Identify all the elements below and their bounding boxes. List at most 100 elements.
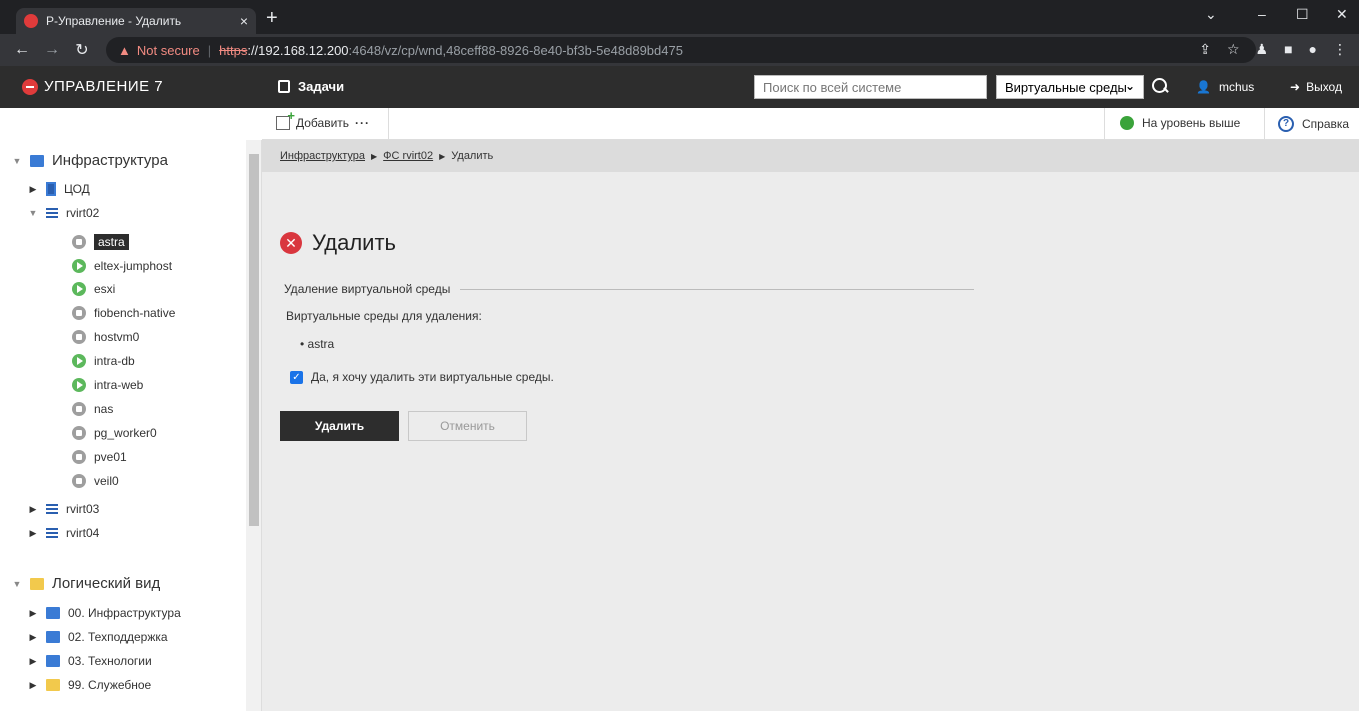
vm-stopped-icon [72, 402, 86, 416]
extension-icon[interactable]: ♟ [1256, 41, 1269, 58]
tree-node-logical[interactable]: ▶ 99. Служебное [28, 678, 152, 692]
global-search-input[interactable] [754, 75, 987, 99]
collapse-icon[interactable]: ▼ [28, 208, 38, 218]
tree-node-vm[interactable]: nas [72, 402, 113, 416]
warning-icon[interactable]: ▲ [118, 43, 131, 58]
search-scope-select[interactable]: Виртуальные среды ⌄ [996, 75, 1144, 99]
window-close-icon[interactable]: ✕ [1336, 6, 1348, 23]
maximize-icon[interactable]: ☐ [1296, 6, 1309, 23]
tree-node-vm[interactable]: eltex-jumphost [72, 259, 172, 273]
delete-button[interactable]: Удалить [280, 411, 399, 441]
tree-node-logical-view[interactable]: ▼ Логический вид [12, 575, 161, 592]
vm-running-icon [72, 259, 86, 273]
tree-node-logical[interactable]: ▶ 03. Технологии [28, 654, 152, 668]
minimize-icon[interactable]: – [1258, 6, 1266, 22]
logout-link[interactable]: ➜ Выход [1290, 80, 1342, 94]
tree-label: Инфраструктура [52, 152, 168, 169]
tree-node-datacenter[interactable]: ▶ ЦОД [28, 182, 90, 196]
tree-node-infrastructure[interactable]: ▼ Инфраструктура [12, 152, 168, 169]
vm-stopped-icon [72, 306, 86, 320]
tab-search-icon[interactable]: ⌄ [1205, 6, 1217, 23]
tree-node-vm[interactable]: astra [72, 234, 129, 250]
chevron-down-icon: ⌄ [1124, 79, 1135, 93]
tree-label-selected: astra [94, 234, 129, 250]
level-up-button[interactable]: На уровень выше [1120, 116, 1240, 130]
level-up-icon [1120, 116, 1134, 130]
toolbar-divider [1104, 108, 1105, 140]
expand-icon[interactable]: ▶ [28, 528, 38, 539]
vm-running-icon [72, 282, 86, 296]
tree-node-vm[interactable]: veil0 [72, 474, 119, 488]
expand-icon[interactable]: ▶ [28, 680, 38, 691]
expand-icon[interactable]: ▶ [28, 504, 38, 515]
expand-icon[interactable]: ▶ [28, 184, 38, 195]
expand-icon[interactable]: ▶ [28, 632, 38, 643]
breadcrumb-arrow-icon: ▶ [439, 151, 446, 161]
help-button[interactable]: ? Справка [1278, 116, 1349, 132]
tree-node-vm[interactable]: pg_worker0 [72, 426, 157, 440]
server-icon [46, 503, 58, 515]
checkbox-checked-icon[interactable]: ✓ [290, 370, 303, 384]
folder-icon [46, 679, 60, 691]
breadcrumb-host[interactable]: ФС rvirt02 [383, 150, 433, 162]
app-logo[interactable]: УПРАВЛЕНИЕ 7 [22, 78, 163, 95]
tree-label: hostvm0 [94, 330, 140, 344]
tree-node-rvirt04[interactable]: ▶ rvirt04 [28, 526, 100, 540]
collapse-icon[interactable]: ▼ [12, 156, 22, 166]
reload-icon[interactable]: ↻ [74, 40, 90, 60]
share-icon[interactable]: ⇪ [1199, 41, 1211, 58]
sidepanel-icon[interactable]: ■ [1284, 41, 1292, 58]
search-icon[interactable] [1152, 78, 1168, 96]
toolbar-divider [1264, 108, 1265, 140]
tree-node-rvirt02[interactable]: ▼ rvirt02 [28, 206, 100, 220]
building-icon [46, 631, 60, 643]
add-button[interactable]: Добавить ··· [276, 108, 370, 130]
sidebar-scrollbar[interactable] [246, 140, 261, 711]
expand-icon[interactable]: ▶ [28, 656, 38, 667]
menu-kebab-icon[interactable]: ⋮ [1333, 41, 1347, 58]
cancel-button[interactable]: Отменить [408, 411, 527, 441]
browser-actions: ⇪ ☆ ♟ ■ ● ⋮ [1199, 41, 1347, 58]
add-icon [276, 108, 295, 130]
tree-node-vm[interactable]: esxi [72, 282, 115, 296]
browser-tab[interactable]: Р-Управление - Удалить × [16, 8, 256, 34]
bookmark-star-icon[interactable]: ☆ [1227, 41, 1240, 58]
vm-stopped-icon [72, 474, 86, 488]
tree-node-vm[interactable]: intra-web [72, 378, 143, 392]
new-tab-button[interactable]: + [266, 8, 278, 28]
app-header: УПРАВЛЕНИЕ 7 Задачи Виртуальные среды ⌄ … [0, 66, 1359, 108]
expand-icon[interactable]: ▶ [28, 608, 38, 619]
tree-node-vm[interactable]: pve01 [72, 450, 127, 464]
tree-node-logical[interactable]: ▶ 02. Техподдержка [28, 630, 168, 644]
favicon-icon [24, 14, 38, 28]
tree-node-logical[interactable]: ▶ 00. Инфраструктура [28, 606, 181, 620]
tasks-link[interactable]: Задачи [278, 79, 344, 94]
breadcrumb-infrastructure[interactable]: Инфраструктура [280, 150, 365, 162]
browser-tab-bar: Р-Управление - Удалить × + ⌄ – ☐ ✕ [0, 0, 1359, 34]
more-actions-button[interactable]: ··· [355, 116, 370, 130]
list-item: • astra [300, 337, 334, 351]
tree-node-vm[interactable]: intra-db [72, 354, 135, 368]
vm-stopped-icon [72, 426, 86, 440]
not-secure-label[interactable]: Not secure [137, 43, 200, 58]
toolbar-divider [388, 108, 389, 140]
tree-label: fiobench-native [94, 306, 176, 320]
tree-node-vm[interactable]: fiobench-native [72, 306, 175, 320]
forward-icon[interactable]: → [44, 41, 60, 59]
tree-label: nas [94, 402, 114, 416]
confirm-checkbox[interactable]: ✓ Да, я хочу удалить эти виртуальные сре… [290, 370, 554, 384]
profile-icon[interactable]: ● [1309, 41, 1317, 58]
scrollbar-thumb[interactable] [249, 154, 259, 526]
user-menu[interactable]: 👤 mchus [1196, 80, 1254, 94]
tab-close-icon[interactable]: × [240, 13, 248, 29]
back-icon[interactable]: ← [14, 41, 30, 59]
logo-icon [22, 78, 38, 95]
tree-node-rvirt03[interactable]: ▶ rvirt03 [28, 502, 100, 516]
help-icon: ? [1278, 116, 1294, 132]
url-separator: | [207, 42, 212, 58]
tree-node-vm[interactable]: hostvm0 [72, 330, 139, 344]
url-field[interactable]: ▲ Not secure | https ://192.168.12.200 :… [106, 37, 1256, 63]
collapse-icon[interactable]: ▼ [12, 579, 22, 589]
vm-stopped-icon [72, 235, 86, 249]
logout-icon: ➜ [1290, 80, 1301, 94]
